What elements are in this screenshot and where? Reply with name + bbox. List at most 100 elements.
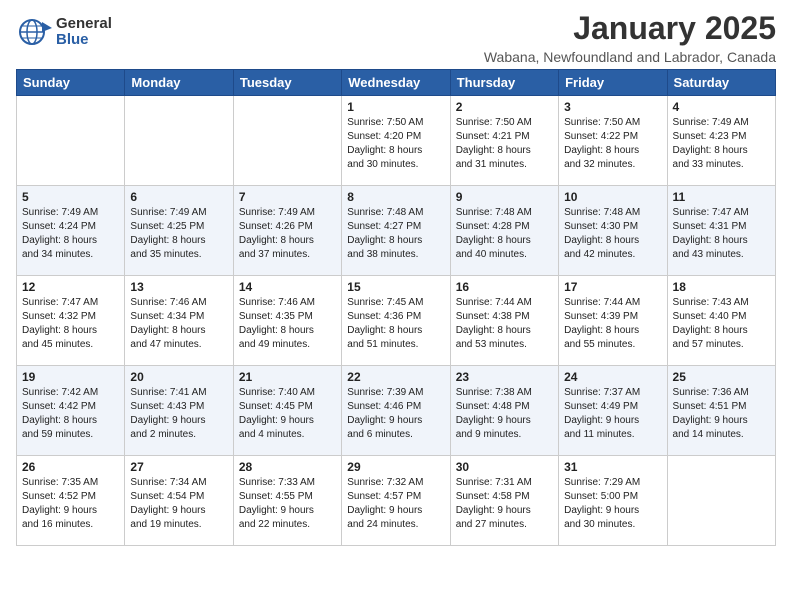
day-number: 3 xyxy=(564,100,661,114)
calendar-header-sunday: Sunday xyxy=(17,70,125,96)
day-number: 7 xyxy=(239,190,336,204)
calendar-cell: 3 Sunrise: 7:50 AM Sunset: 4:22 PM Daylig… xyxy=(559,96,667,186)
day-number: 10 xyxy=(564,190,661,204)
calendar-cell: 6Sunrise: 7:49 AM Sunset: 4:25 PM Daylig… xyxy=(125,186,233,276)
day-number: 8 xyxy=(347,190,444,204)
day-info: Sunrise: 7:32 AM Sunset: 4:57 PM Dayligh… xyxy=(347,476,444,532)
calendar-cell: 20 Sunrise: 7:41 AM Sunset: 4:43 PM Dayli… xyxy=(125,366,233,456)
calendar-cell: 18 Sunrise: 7:43 AM Sunset: 4:40 PM Dayli… xyxy=(667,276,775,366)
day-info: Sunrise: 7:44 AM Sunset: 4:39 PM Dayligh… xyxy=(564,296,661,352)
day-info: Sunrise: 7:41 AM Sunset: 4:43 PM Dayligh… xyxy=(130,386,227,442)
day-number: 9 xyxy=(456,190,553,204)
day-number: 4 xyxy=(673,100,770,114)
day-number: 1 xyxy=(347,100,444,114)
day-number: 18 xyxy=(673,280,770,294)
day-info: Sunrise: 7:47 AM Sunset: 4:32 PM Dayligh… xyxy=(22,296,119,352)
calendar-cell: 25 Sunrise: 7:36 AM Sunset: 4:51 PM Dayli… xyxy=(667,366,775,456)
calendar-cell: 14Sunrise: 7:46 AM Sunset: 4:35 PM Dayli… xyxy=(233,276,341,366)
day-info: Sunrise: 7:49 AM Sunset: 4:24 PM Dayligh… xyxy=(22,206,119,262)
calendar-header-thursday: Thursday xyxy=(450,70,558,96)
calendar-cell: 26 Sunrise: 7:35 AM Sunset: 4:52 PM Dayli… xyxy=(17,456,125,546)
calendar-cell xyxy=(233,96,341,186)
calendar-cell: 24Sunrise: 7:37 AM Sunset: 4:49 PM Dayli… xyxy=(559,366,667,456)
day-number: 19 xyxy=(22,370,119,384)
calendar-week-row: 19 Sunrise: 7:42 AM Sunset: 4:42 PM Dayli… xyxy=(17,366,776,456)
day-number: 16 xyxy=(456,280,553,294)
day-number: 25 xyxy=(673,370,770,384)
day-info: Sunrise: 7:49 AM Sunset: 4:26 PM Dayligh… xyxy=(239,206,336,262)
calendar-cell: 29 Sunrise: 7:32 AM Sunset: 4:57 PM Dayli… xyxy=(342,456,450,546)
calendar-header-tuesday: Tuesday xyxy=(233,70,341,96)
calendar-cell: 4Sunrise: 7:49 AM Sunset: 4:23 PM Daylig… xyxy=(667,96,775,186)
calendar-cell: 1 Sunrise: 7:50 AM Sunset: 4:20 PM Daylig… xyxy=(342,96,450,186)
day-info: Sunrise: 7:36 AM Sunset: 4:51 PM Dayligh… xyxy=(673,386,770,442)
day-number: 20 xyxy=(130,370,227,384)
day-number: 26 xyxy=(22,460,119,474)
day-info: Sunrise: 7:35 AM Sunset: 4:52 PM Dayligh… xyxy=(22,476,119,532)
day-number: 5 xyxy=(22,190,119,204)
day-info: Sunrise: 7:37 AM Sunset: 4:49 PM Dayligh… xyxy=(564,386,661,442)
calendar-cell: 28 Sunrise: 7:33 AM Sunset: 4:55 PM Dayli… xyxy=(233,456,341,546)
calendar-cell: 10 Sunrise: 7:48 AM Sunset: 4:30 PM Dayli… xyxy=(559,186,667,276)
logo-general-text: General xyxy=(56,16,112,33)
day-number: 31 xyxy=(564,460,661,474)
day-info: Sunrise: 7:40 AM Sunset: 4:45 PM Dayligh… xyxy=(239,386,336,442)
day-info: Sunrise: 7:31 AM Sunset: 4:58 PM Dayligh… xyxy=(456,476,553,532)
calendar-cell: 21 Sunrise: 7:40 AM Sunset: 4:45 PM Dayli… xyxy=(233,366,341,456)
calendar-header-friday: Friday xyxy=(559,70,667,96)
day-info: Sunrise: 7:29 AM Sunset: 5:00 PM Dayligh… xyxy=(564,476,661,532)
calendar-header-monday: Monday xyxy=(125,70,233,96)
calendar-header-saturday: Saturday xyxy=(667,70,775,96)
calendar-header-row: SundayMondayTuesdayWednesdayThursdayFrid… xyxy=(17,70,776,96)
day-info: Sunrise: 7:46 AM Sunset: 4:34 PM Dayligh… xyxy=(130,296,227,352)
day-info: Sunrise: 7:48 AM Sunset: 4:30 PM Dayligh… xyxy=(564,206,661,262)
calendar-cell: 17Sunrise: 7:44 AM Sunset: 4:39 PM Dayli… xyxy=(559,276,667,366)
day-number: 29 xyxy=(347,460,444,474)
calendar-cell xyxy=(125,96,233,186)
day-info: Sunrise: 7:50 AM Sunset: 4:20 PM Dayligh… xyxy=(347,116,444,172)
day-number: 15 xyxy=(347,280,444,294)
calendar-week-row: 12 Sunrise: 7:47 AM Sunset: 4:32 PM Dayli… xyxy=(17,276,776,366)
calendar-cell: 19 Sunrise: 7:42 AM Sunset: 4:42 PM Dayli… xyxy=(17,366,125,456)
calendar-cell xyxy=(667,456,775,546)
day-number: 14 xyxy=(239,280,336,294)
calendar-cell: 27Sunrise: 7:34 AM Sunset: 4:54 PM Dayli… xyxy=(125,456,233,546)
calendar-cell xyxy=(17,96,125,186)
day-info: Sunrise: 7:50 AM Sunset: 4:22 PM Dayligh… xyxy=(564,116,661,172)
calendar-week-row: 1 Sunrise: 7:50 AM Sunset: 4:20 PM Daylig… xyxy=(17,96,776,186)
day-info: Sunrise: 7:47 AM Sunset: 4:31 PM Dayligh… xyxy=(673,206,770,262)
calendar-cell: 13Sunrise: 7:46 AM Sunset: 4:34 PM Dayli… xyxy=(125,276,233,366)
logo-icon xyxy=(16,14,52,50)
calendar-cell: 12 Sunrise: 7:47 AM Sunset: 4:32 PM Dayli… xyxy=(17,276,125,366)
day-info: Sunrise: 7:48 AM Sunset: 4:28 PM Dayligh… xyxy=(456,206,553,262)
calendar-cell: 16Sunrise: 7:44 AM Sunset: 4:38 PM Dayli… xyxy=(450,276,558,366)
calendar-cell: 8 Sunrise: 7:48 AM Sunset: 4:27 PM Daylig… xyxy=(342,186,450,276)
calendar-header-wednesday: Wednesday xyxy=(342,70,450,96)
day-info: Sunrise: 7:38 AM Sunset: 4:48 PM Dayligh… xyxy=(456,386,553,442)
day-info: Sunrise: 7:49 AM Sunset: 4:25 PM Dayligh… xyxy=(130,206,227,262)
day-info: Sunrise: 7:48 AM Sunset: 4:27 PM Dayligh… xyxy=(347,206,444,262)
calendar-cell: 2 Sunrise: 7:50 AM Sunset: 4:21 PM Daylig… xyxy=(450,96,558,186)
page: General Blue January 2025 Wabana, Newfou… xyxy=(0,0,792,612)
day-info: Sunrise: 7:42 AM Sunset: 4:42 PM Dayligh… xyxy=(22,386,119,442)
header: General Blue January 2025 Wabana, Newfou… xyxy=(16,10,776,65)
day-info: Sunrise: 7:50 AM Sunset: 4:21 PM Dayligh… xyxy=(456,116,553,172)
day-number: 28 xyxy=(239,460,336,474)
calendar-cell: 7 Sunrise: 7:49 AM Sunset: 4:26 PM Daylig… xyxy=(233,186,341,276)
calendar-cell: 22Sunrise: 7:39 AM Sunset: 4:46 PM Dayli… xyxy=(342,366,450,456)
day-number: 12 xyxy=(22,280,119,294)
calendar-week-row: 5 Sunrise: 7:49 AM Sunset: 4:24 PM Daylig… xyxy=(17,186,776,276)
day-number: 21 xyxy=(239,370,336,384)
calendar-cell: 9 Sunrise: 7:48 AM Sunset: 4:28 PM Daylig… xyxy=(450,186,558,276)
day-info: Sunrise: 7:43 AM Sunset: 4:40 PM Dayligh… xyxy=(673,296,770,352)
subtitle: Wabana, Newfoundland and Labrador, Canad… xyxy=(484,49,776,65)
day-info: Sunrise: 7:33 AM Sunset: 4:55 PM Dayligh… xyxy=(239,476,336,532)
calendar-cell: 31 Sunrise: 7:29 AM Sunset: 5:00 PM Dayli… xyxy=(559,456,667,546)
logo-blue-text: Blue xyxy=(56,32,112,49)
calendar-cell: 15Sunrise: 7:45 AM Sunset: 4:36 PM Dayli… xyxy=(342,276,450,366)
calendar-cell: 5 Sunrise: 7:49 AM Sunset: 4:24 PM Daylig… xyxy=(17,186,125,276)
day-info: Sunrise: 7:34 AM Sunset: 4:54 PM Dayligh… xyxy=(130,476,227,532)
day-number: 2 xyxy=(456,100,553,114)
calendar-table: SundayMondayTuesdayWednesdayThursdayFrid… xyxy=(16,69,776,546)
day-number: 23 xyxy=(456,370,553,384)
